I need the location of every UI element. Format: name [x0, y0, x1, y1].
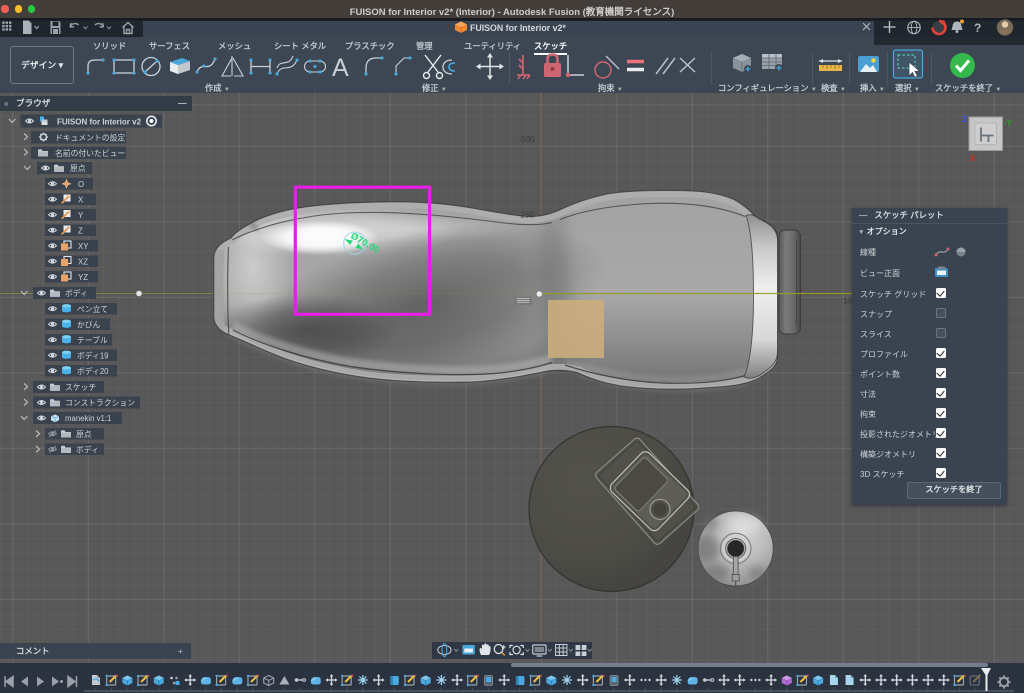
svg-text:A: A	[332, 54, 349, 82]
svg-text:?: ?	[974, 21, 981, 35]
